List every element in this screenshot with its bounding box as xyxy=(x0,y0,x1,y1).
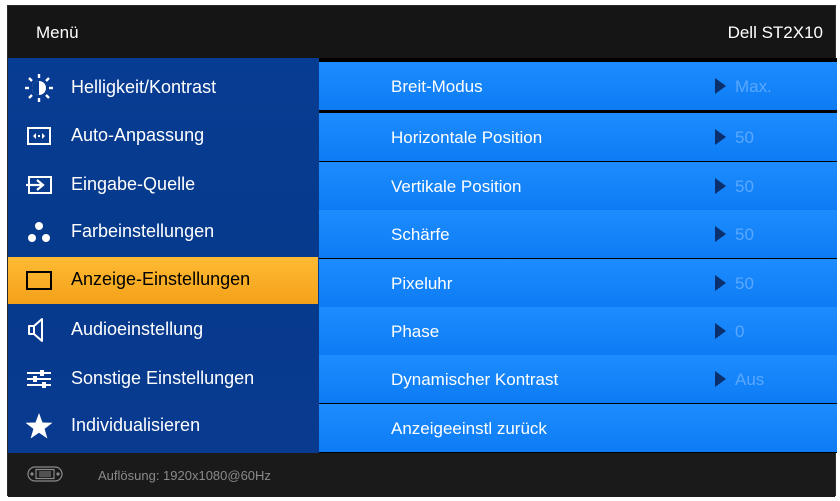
sidebar-item-label: Audioeinstellung xyxy=(71,319,204,339)
sidebar-item-brightness-contrast[interactable]: Helligkeit/Kontrast xyxy=(8,65,319,112)
setting-row-display-reset[interactable]: Anzeigeeinstl zurück xyxy=(319,404,837,452)
setting-label: Anzeigeeinstl zurück xyxy=(391,419,547,438)
main-menu: Helligkeit/Kontrast Auto-Anpassung Einga… xyxy=(8,58,319,453)
menu-title: Menü xyxy=(36,23,79,42)
star-icon xyxy=(25,413,53,439)
resolution-text: Auflösung: 1920x1080@60Hz xyxy=(98,468,271,483)
setting-value: 50 xyxy=(735,274,754,293)
setting-value: 50 xyxy=(735,225,754,244)
setting-label: Vertikale Position xyxy=(391,177,522,196)
sidebar-item-label: Farbeinstellungen xyxy=(71,221,215,241)
sidebar-item-color-settings[interactable]: Farbeinstellungen xyxy=(8,209,319,256)
setting-value: Aus xyxy=(735,370,765,389)
setting-label: Schärfe xyxy=(391,225,450,244)
display-settings-submenu: Breit-Modus Max. Horizontale Position 50… xyxy=(319,58,837,453)
setting-label: Dynamischer Kontrast xyxy=(391,370,559,389)
setting-value: 50 xyxy=(735,128,754,147)
arrow-right-icon xyxy=(715,226,726,242)
setting-row-wide-mode[interactable]: Breit-Modus Max. xyxy=(319,62,837,110)
osd-menu: Menü Dell ST2X10 Helligkeit/Kontrast Aut… xyxy=(7,5,837,497)
input-source-icon xyxy=(26,176,52,194)
setting-row-horizontal-position[interactable]: Horizontale Position 50 xyxy=(319,113,837,161)
setting-label: Breit-Modus xyxy=(391,77,483,96)
display-settings-icon xyxy=(26,271,52,290)
arrow-right-icon xyxy=(715,178,726,194)
setting-label: Horizontale Position xyxy=(391,128,543,147)
monitor-model: Dell ST2X10 xyxy=(727,23,823,42)
setting-value: Max. xyxy=(735,77,772,96)
setting-label: Phase xyxy=(391,322,440,341)
arrow-right-icon xyxy=(715,323,726,339)
speaker-icon xyxy=(28,318,43,342)
setting-row-dynamic-contrast[interactable]: Dynamischer Kontrast Aus xyxy=(319,355,837,403)
sidebar-item-label: Sonstige Einstellungen xyxy=(71,368,255,388)
sidebar-item-other-settings[interactable]: Sonstige Einstellungen xyxy=(8,356,319,403)
setting-label: Pixeluhr xyxy=(391,274,453,293)
title-bar: Menü Dell ST2X10 xyxy=(8,6,835,58)
brightness-icon xyxy=(25,74,53,102)
arrow-right-icon xyxy=(715,371,726,387)
setting-row-vertical-position[interactable]: Vertikale Position 50 xyxy=(319,162,837,210)
setting-value: 50 xyxy=(735,177,754,196)
sidebar-item-input-source[interactable]: Eingabe-Quelle xyxy=(8,162,319,209)
vga-connector-icon xyxy=(27,466,63,482)
sidebar-item-personalize[interactable]: Individualisieren xyxy=(8,403,319,450)
arrow-right-icon xyxy=(715,275,726,291)
sidebar-item-label: Eingabe-Quelle xyxy=(71,174,196,194)
sidebar-item-label: Helligkeit/Kontrast xyxy=(71,77,217,97)
setting-row-sharpness[interactable]: Schärfe 50 xyxy=(319,210,837,258)
sidebar-item-label: Anzeige-Einstellungen xyxy=(71,269,251,289)
setting-row-pixel-clock[interactable]: Pixeluhr 50 xyxy=(319,259,837,307)
setting-row-phase[interactable]: Phase 0 xyxy=(319,307,837,355)
arrow-right-icon xyxy=(715,129,726,145)
auto-adjust-icon xyxy=(27,127,51,145)
color-settings-icon xyxy=(28,222,50,242)
sidebar-item-auto-adjust[interactable]: Auto-Anpassung xyxy=(8,113,319,160)
sidebar-item-display-settings[interactable]: Anzeige-Einstellungen xyxy=(8,257,318,304)
status-bar: Auflösung: 1920x1080@60Hz xyxy=(8,453,835,497)
sidebar-item-audio[interactable]: Audioeinstellung xyxy=(8,307,319,354)
other-settings-icon xyxy=(27,370,51,388)
arrow-right-icon xyxy=(715,78,726,94)
sidebar-item-label: Individualisieren xyxy=(71,415,201,435)
sidebar-item-label: Auto-Anpassung xyxy=(71,125,205,145)
setting-value: 0 xyxy=(735,322,745,341)
